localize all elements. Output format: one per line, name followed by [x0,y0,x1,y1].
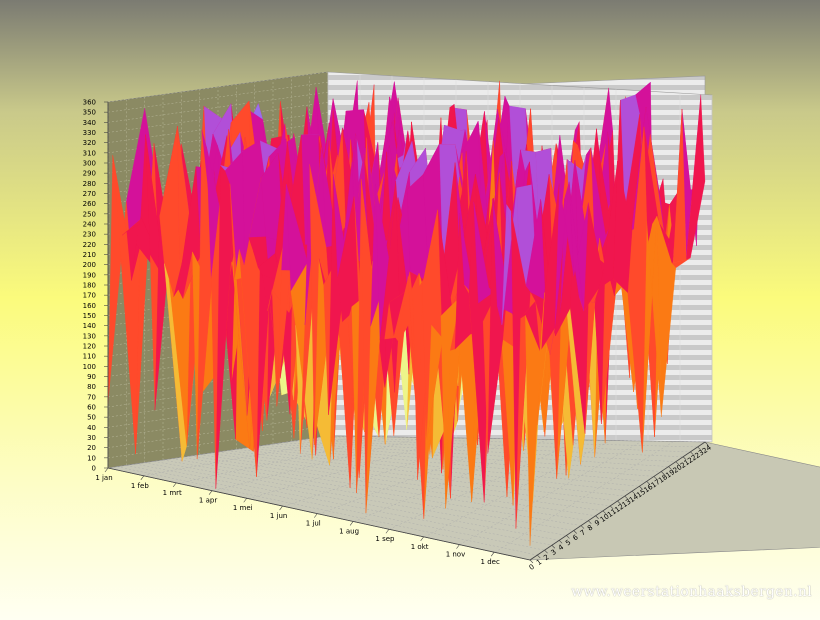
x-tick-label: 1 aug [339,527,359,535]
z-tick-label: 130 [83,332,96,340]
x-tick-label: 1 sep [375,535,395,543]
z-tick-label: 140 [83,322,96,330]
y-tick-label: 0 [528,563,536,572]
z-tick-label: 200 [83,261,96,269]
z-tick-label: 210 [83,251,96,259]
z-tick-label: 120 [83,343,96,351]
x-tick-label: 1 mrt [163,489,182,497]
watermark-text: www.weerstationhaaksbergen.nl [571,584,812,600]
z-tick-label: 300 [83,160,96,168]
x-tick-label: 1 okt [411,543,429,551]
z-tick-label: 190 [83,271,96,279]
z-tick-label: 240 [83,221,96,229]
x-tick-mark [420,536,424,541]
z-tick-label: 250 [83,210,96,218]
z-tick-label: 320 [83,139,96,147]
z-tick-label: 100 [83,363,96,371]
x-tick-mark [140,475,145,480]
z-tick-label: 270 [83,190,96,198]
z-tick-label: 260 [83,200,96,208]
z-tick-label: 230 [83,231,96,239]
z-tick-label: 340 [83,119,96,127]
z-tick-label: 110 [83,353,96,361]
z-tick-label: 80 [87,383,96,391]
z-tick-label: 160 [83,302,96,310]
x-tick-label: 1 jan [95,474,112,482]
z-tick-label: 50 [87,414,96,422]
z-tick-label: 360 [83,99,96,107]
z-tick-label: 70 [87,393,96,401]
z-tick-label: 350 [83,109,96,117]
z-tick-label: 150 [83,312,96,320]
z-tick-label: 330 [83,129,96,137]
x-tick-mark [243,498,247,503]
z-tick-label: 180 [83,282,96,290]
surface-chart: 0 10 20 30 40 50 60 70 80 90 100 110 120 130 140 150 160… [83,71,820,572]
x-tick-mark [208,490,213,495]
x-tick-label: 1 mei [233,504,253,512]
z-tick-label: 60 [87,404,96,412]
z-tick-label: 280 [83,180,96,188]
z-tick-label: 20 [87,444,96,452]
chart-container: 0 10 20 30 40 50 60 70 80 90 100 110 120 130 140 150 160… [0,0,820,620]
x-tick-label: 1 nov [446,551,466,559]
z-tick-label: 0 [92,465,96,473]
x-tick-mark [279,505,283,511]
x-tick-label: 1 jun [270,512,288,520]
x-tick-label: 1 dec [481,558,500,566]
z-tick-label: 10 [87,454,96,462]
z-tick-label: 290 [83,170,96,178]
x-tick-label: 1 jul [306,520,321,528]
z-tick-label: 30 [87,434,96,442]
x-tick-mark [490,552,495,557]
x-tick-label: 1 apr [199,497,217,505]
z-tick-label: 90 [87,373,96,381]
z-tick-label: 170 [83,292,96,300]
x-tick-label: 1 feb [131,482,149,490]
x-tick-mark [349,521,354,526]
z-tick-label: 310 [83,149,96,157]
x-tick-mark [172,482,177,488]
x-tick-mark [456,544,460,549]
z-tick-label: 40 [87,424,96,432]
z-tick-label: 220 [83,241,96,249]
x-tick-mark [104,467,109,473]
x-tick-mark [314,513,318,518]
x-tick-mark [385,529,390,534]
